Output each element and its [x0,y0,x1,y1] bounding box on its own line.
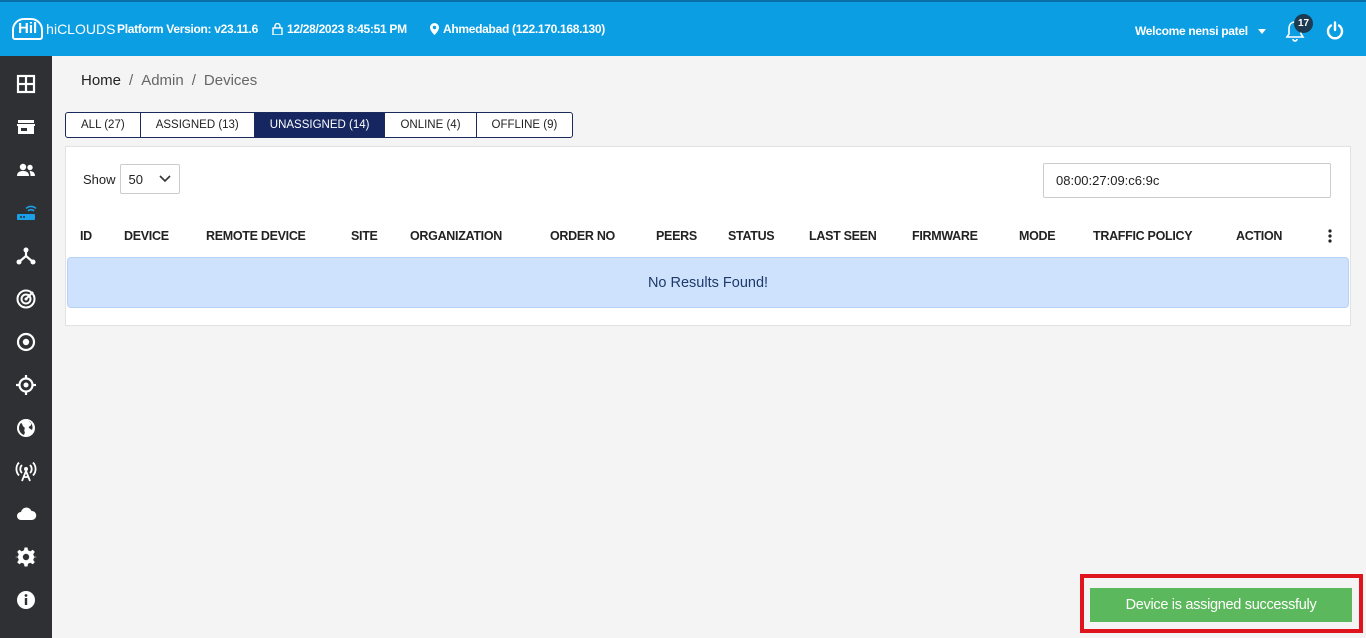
tab-assigned[interactable]: ASSIGNED (13) [141,113,255,137]
page-size-control: Show 50 [83,164,180,194]
logo-mark: Hil [12,18,44,40]
top-bar: Hil hiCLOUDS Platform Version: v23.11.6 … [0,0,1366,56]
location-display: Ahmedabad (122.170.168.130) [430,22,605,36]
tab-all[interactable]: ALL (27) [66,113,141,137]
device-filter-tabs: ALL (27) ASSIGNED (13) UNASSIGNED (14) O… [65,112,574,138]
page-size-select[interactable]: 50 [119,164,180,194]
users-icon [17,163,35,176]
sidebar-item-devices[interactable] [0,191,52,234]
user-menu[interactable]: Welcome nensi patel [1135,24,1266,38]
chevron-down-icon [158,175,171,183]
column-header-peers[interactable]: PEERS [656,229,697,243]
store-icon [17,119,35,134]
success-toast[interactable]: Device is assigned successfuly [1090,588,1352,622]
column-header-id[interactable]: ID [80,229,92,243]
table-header: ID DEVICE REMOTE DEVICE SITE ORGANIZATIO… [66,227,1352,251]
tab-unassigned[interactable]: UNASSIGNED (14) [254,113,386,137]
column-header-mode[interactable]: MODE [1019,229,1056,243]
datetime-display: 12/28/2023 8:45:51 PM [272,22,407,36]
empty-state-message: No Results Found! [67,257,1349,308]
column-header-site[interactable]: SITE [351,229,378,243]
devices-table-panel: Show 50 ID DEVICE REMOTE DEVICE SITE ORG… [65,146,1351,326]
breadcrumb-admin[interactable]: Admin [141,72,184,89]
column-header-firmware[interactable]: FIRMWARE [912,229,978,243]
breadcrumb-devices: Devices [203,72,258,89]
tab-offline[interactable]: OFFLINE (9) [477,113,573,137]
breadcrumb: Home / Admin / Devices [81,72,257,89]
globe-icon [17,418,35,437]
info-icon [17,590,35,609]
app-logo[interactable]: Hil hiCLOUDS [12,14,115,44]
column-header-device[interactable]: DEVICE [124,229,169,243]
crosshair-icon [16,374,36,395]
cloud-icon [17,507,37,520]
sidebar-item-settings[interactable] [0,535,52,578]
column-header-action[interactable]: ACTION [1236,229,1282,243]
lock-clock-icon [272,23,283,35]
sidebar-item-antenna[interactable] [0,449,52,492]
power-icon[interactable] [1325,21,1345,41]
column-header-traffic-policy[interactable]: TRAFFIC POLICY [1093,229,1193,243]
welcome-text: Welcome nensi patel [1135,24,1248,38]
sidebar [0,56,52,638]
column-options-icon[interactable] [1328,229,1332,243]
tab-online[interactable]: ONLINE (4) [385,113,477,137]
logo-brand: hiCLOUDS [46,21,116,37]
sidebar-item-info[interactable] [0,578,52,621]
target-circle-icon [16,332,36,351]
toast-highlight-frame: Device is assigned successfuly [1080,574,1363,633]
caret-down-icon [1257,28,1266,34]
sidebar-item-radar[interactable] [0,277,52,320]
sidebar-item-network[interactable] [0,234,52,277]
platform-version: Platform Version: v23.11.6 [117,22,258,36]
location-pin-icon [430,23,439,35]
sidebar-item-dashboard[interactable] [0,62,52,105]
network-icon [16,247,36,264]
dashboard-grid-icon [16,74,36,93]
breadcrumb-separator: / [129,72,134,89]
sidebar-item-store[interactable] [0,105,52,148]
column-header-remote-device[interactable]: REMOTE DEVICE [206,229,306,243]
show-label: Show [83,171,116,187]
router-icon [17,205,37,220]
sidebar-item-target[interactable] [0,320,52,363]
antenna-icon [15,461,37,481]
breadcrumb-home[interactable]: Home [81,72,121,89]
column-header-organization[interactable]: ORGANIZATION [410,229,502,243]
datetime-text: 12/28/2023 8:45:51 PM [287,22,407,36]
column-header-order-no[interactable]: ORDER NO [550,229,615,243]
sidebar-item-users[interactable] [0,148,52,191]
notification-badge: 17 [1294,14,1313,33]
search-input[interactable] [1043,163,1331,198]
column-header-status[interactable]: STATUS [728,229,775,243]
sidebar-item-cloud[interactable] [0,492,52,535]
sidebar-item-globe[interactable] [0,406,52,449]
column-header-last-seen[interactable]: LAST SEEN [809,229,877,243]
page-size-value: 50 [128,171,143,187]
breadcrumb-separator: / [191,72,196,89]
gear-icon [15,547,37,566]
location-text: Ahmedabad (122.170.168.130) [443,22,605,36]
radar-icon [16,289,36,308]
sidebar-item-location[interactable] [0,363,52,406]
